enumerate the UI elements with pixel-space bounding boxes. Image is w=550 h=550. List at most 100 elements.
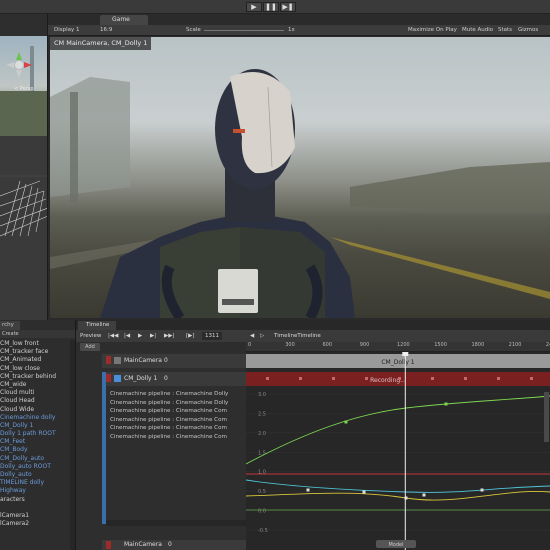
game-tab-label: Game [112,16,130,23]
hierarchy-item[interactable]: CM_Animated [0,356,72,364]
keyframe-marker [299,377,302,380]
ruler-tick: 1800 [471,342,485,348]
scene-gizmo-icon[interactable] [4,50,34,80]
hierarchy-item[interactable]: Dolly_auto ROOT [0,463,72,471]
scale-slider[interactable] [204,30,284,31]
hierarchy-item[interactable] [0,504,72,512]
scene-panel: < Persp [0,14,48,320]
hierarchy-toolbar: Create [0,330,75,338]
back-arrow-icon[interactable]: ◀ [250,332,254,340]
mute-audio-toggle[interactable]: Mute Audio [462,26,493,35]
keyframe-marker [398,377,401,380]
hierarchy-item[interactable]: CM_tracker face [0,348,72,356]
pause-button[interactable]: ❚❚ [263,2,279,12]
track-bottom[interactable]: MainCamera 0 [102,540,246,550]
gizmos-toggle[interactable]: Gizmos [518,26,538,35]
hierarchy-item[interactable]: Dolly_auto [0,471,72,479]
curve-yellow [246,490,550,501]
prev-frame-button[interactable]: |◀ [124,332,130,340]
track-cm-dolly[interactable]: CM_Dolly 1 0 [102,372,246,386]
scale-label: Scale [186,27,201,33]
hierarchy-list: CM_low front CM_tracker face CM_Animated CM… [0,340,72,528]
ruler-tick: 0 [248,342,252,348]
hierarchy-item[interactable]: Cloud Wide [0,406,72,414]
y-tick-label: 0.0 [258,509,266,515]
keyframe-marker [497,377,500,380]
create-button[interactable]: Create [2,330,19,338]
curve-keyframe [306,488,310,492]
track-color-marker [106,374,111,382]
game-toolbar: Display 1 16:9 Scale 1x Maximize On Play… [48,25,550,36]
pipeline-row[interactable]: Cinemachine pipeline : Cinemachine Com [110,416,227,424]
ruler-tick: 1500 [434,342,447,348]
tab-hierarchy[interactable]: rchy [0,321,20,330]
time-ruler[interactable]: 0 300 600 900 1200 1500 1800 2100 2400 [246,342,550,352]
pipeline-row[interactable]: Cinemachine pipeline : Cinemachine Com [110,433,227,441]
curve-editor[interactable]: CM_Dolly 1 Recording... 3.0 2.5 2.0 1.5 1.0 0.5… [246,352,550,550]
maximize-on-play-toggle[interactable]: Maximize On Play [408,26,457,35]
hierarchy-item[interactable]: Dolly 1 path ROOT [0,430,72,438]
hierarchy-item[interactable]: CM_Feet [0,438,72,446]
curve-keyframe [480,488,484,492]
goto-start-button[interactable]: |◀◀ [108,332,118,340]
ruler-tick: 300 [285,342,295,348]
track-list-scrollbar[interactable] [106,520,246,526]
hierarchy-item[interactable]: Cloud Head [0,397,72,405]
hierarchy-item[interactable]: TIMELINE dolly [0,479,72,487]
frame-field[interactable]: 1311 [202,332,222,340]
track-list: MainCamera 0 CM_Dolly 1 0 Cinemachine pi… [76,352,246,550]
curve-cyan [246,479,550,493]
preview-button[interactable]: Preview [80,332,101,340]
camera-label: CM MainCamera, CM_Dolly 1 [50,37,152,50]
next-frame-button[interactable]: ▶| [150,332,156,340]
track-main-camera[interactable]: MainCamera 0 [102,354,246,368]
hierarchy-item[interactable]: aracters [0,496,72,504]
display-select[interactable]: Display 1 [54,26,80,35]
ruler-tick: 900 [359,342,370,348]
play-button[interactable]: ▶ [246,2,262,12]
loop-button[interactable]: [▶] [186,332,195,340]
stats-toggle[interactable]: Stats [498,26,512,35]
hierarchy-item[interactable]: CM_Dolly 1 [0,422,72,430]
pipeline-row[interactable]: Cinemachine pipeline : Cinemachine Dolly [110,390,228,398]
scene-view[interactable]: < Persp [0,36,47,136]
pipeline-row[interactable]: Cinemachine pipeline : Cinemachine Com [110,407,227,415]
game-render-image [50,69,550,318]
goto-end-button[interactable]: ▶▶| [164,332,174,340]
curve-keyframe [444,402,448,406]
game-view[interactable]: CM MainCamera, CM_Dolly 1 [50,37,550,318]
aspect-select[interactable]: 16:9 [100,26,112,35]
y-tick-label: 2.0 [258,431,266,437]
pipeline-row[interactable]: Cinemachine pipeline : Cinemachine Com [110,424,227,432]
hierarchy-item[interactable]: CM_low close [0,365,72,373]
pipeline-row[interactable]: Cinemachine pipeline : Cinemachine Dolly [110,399,228,407]
add-track-button[interactable]: Add [80,343,100,351]
track-color-marker [106,541,111,549]
curve-editor-canvas[interactable]: CM_Dolly 1Recording...3.02.52.01.51.00.5… [246,352,550,550]
hierarchy-item[interactable]: lCamera2 [0,520,72,528]
hierarchy-item[interactable]: CM_Dolly_auto [0,455,72,463]
keyframe-marker [431,377,434,380]
hierarchy-item[interactable]: Cinemachine dolly [0,414,72,422]
tab-game[interactable]: Game [100,15,148,25]
hierarchy-item[interactable]: CM_tracker behind [0,373,72,381]
hierarchy-item[interactable]: Cloud multi [0,389,72,397]
forward-arrow-icon[interactable]: ▷ [260,332,264,340]
curve-vscrollbar [544,392,549,442]
dolly-track-bracket [102,372,106,524]
timeline-tabbar: Timeline [76,320,550,330]
tab-timeline[interactable]: Timeline [78,321,116,330]
hierarchy-item[interactable]: CM_Body [0,446,72,454]
keyframe-marker [530,377,533,380]
step-button[interactable]: ▶❚ [280,2,296,12]
dolly-track-badge: 0 [164,375,168,382]
hierarchy-item[interactable]: CM_wide [0,381,72,389]
hierarchy-item[interactable]: CM_low front [0,340,72,348]
play-timeline-button[interactable]: ▶ [138,332,142,340]
scene-grid-view[interactable] [0,136,47,320]
keyframe-marker [365,377,368,380]
hierarchy-panel: rchy Create CM_low front CM_tracker face C… [0,320,76,550]
hierarchy-item[interactable]: lCamera1 [0,512,72,520]
cinemachine-icon [114,375,121,382]
hierarchy-item[interactable]: Highway [0,487,72,495]
